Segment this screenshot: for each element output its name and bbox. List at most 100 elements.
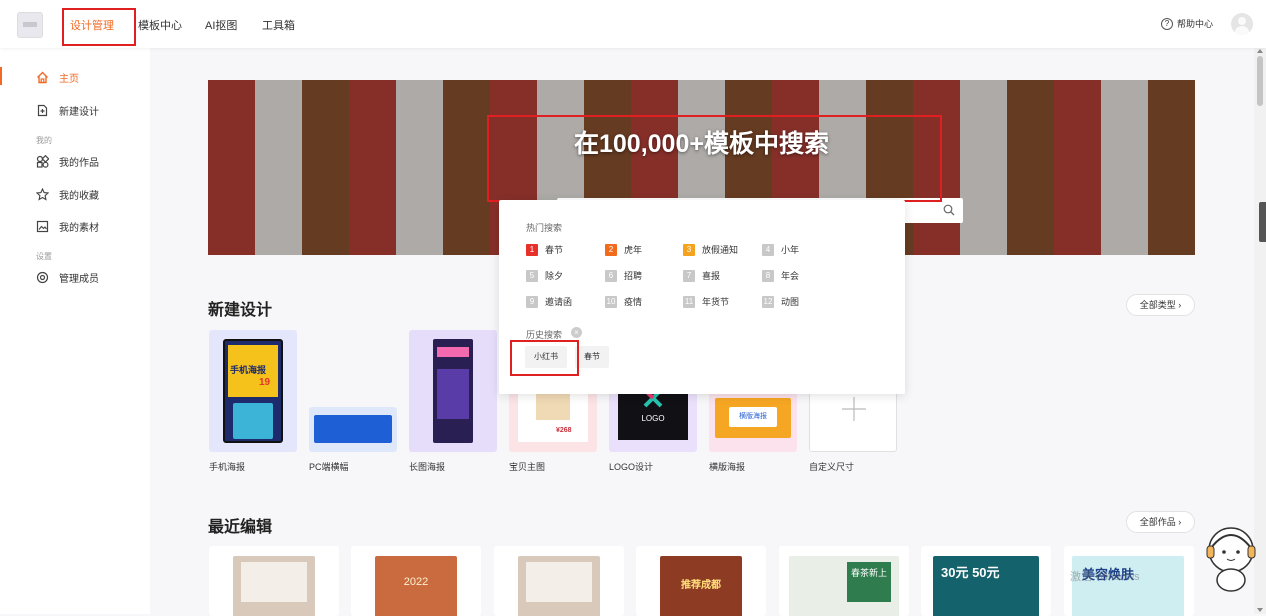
plus-icon (842, 397, 866, 421)
scroll-up-arrow-icon[interactable] (1257, 49, 1263, 53)
card-label: LOGO设计 (609, 462, 654, 472)
long-poster-preview (433, 339, 473, 443)
windows-activation-watermark: 激活 Windows (1070, 571, 1140, 583)
rank-badge: 8 (762, 269, 774, 282)
recent-thumbnail: 美容焕肤 (1072, 556, 1184, 616)
thumb-text: 30元 50元 (941, 565, 1000, 580)
rank-badge: 9 (526, 295, 538, 308)
thumb-panel (526, 562, 592, 602)
nav-template-center[interactable]: 模板中心 (138, 17, 182, 33)
hot-search-item[interactable]: 8 年会 (762, 269, 799, 282)
hot-search-label: 疫情 (624, 297, 643, 307)
home-icon (37, 71, 48, 84)
recent-work-item[interactable] (209, 546, 339, 616)
pc-banner-preview (314, 415, 392, 443)
nav-ai-cutout[interactable]: AI抠图 (205, 17, 237, 33)
hot-search-label: 放假通知 (702, 245, 739, 255)
sidebar-item-new-design[interactable]: 新建设计 (36, 103, 99, 118)
recent-work-item[interactable]: 2022 (351, 546, 481, 616)
recent-work-item[interactable]: 春茶新上 (779, 546, 909, 616)
thumb-text: 2022 (403, 576, 429, 588)
poster-date-text: 19 (259, 377, 271, 388)
sidebar-item-manage-members[interactable]: 管理成员 (36, 270, 99, 285)
poster-header (437, 347, 469, 357)
rank-badge: 5 (526, 269, 538, 282)
custom-size-box (809, 388, 897, 452)
hot-search-item[interactable]: 6 招聘 (605, 269, 642, 282)
history-chip[interactable]: 春节 (575, 346, 609, 368)
sidebar-item-label: 我的素材 (59, 223, 99, 234)
rank-badge: 10 (605, 295, 617, 308)
hot-search-item[interactable]: 3 放假通知 (683, 243, 738, 256)
star-icon (36, 188, 49, 201)
design-card-long-poster[interactable]: 长图海报 (409, 330, 497, 473)
thumb-bg (309, 407, 397, 452)
app-logo[interactable] (17, 12, 43, 38)
card-thumbnail (409, 330, 497, 452)
member-settings-icon (36, 271, 49, 284)
recent-work-item[interactable]: 30元 50元 (921, 546, 1051, 616)
recent-thumbnail: 春茶新上 (789, 556, 899, 616)
scroll-down-arrow-icon[interactable] (1257, 608, 1263, 612)
poster-title-text: 手机海报 (230, 365, 267, 375)
hot-search-item[interactable]: 10 疫情 (605, 295, 642, 308)
poster-graphic (233, 403, 273, 439)
hot-search-label: 小年 (781, 245, 800, 255)
sidebar-item-label: 新建设计 (59, 107, 99, 118)
design-card-phone-poster[interactable]: 手机海报 19 手机海报 (209, 330, 297, 473)
phone-poster-preview: 手机海报 19 (223, 339, 283, 443)
highlight-box-nav (62, 8, 136, 46)
user-avatar[interactable] (1231, 13, 1253, 35)
recent-thumbnail (233, 556, 315, 616)
sidebar-group-settings: 设置 (36, 252, 52, 261)
side-feedback-tab[interactable] (1259, 202, 1266, 242)
help-center-link[interactable]: ? 帮助中心 (1161, 17, 1213, 30)
rank-badge: 12 (762, 295, 774, 308)
recent-edits-title: 最近编辑 (208, 519, 273, 536)
sidebar-item-my-favorites[interactable]: 我的收藏 (36, 187, 99, 202)
sidebar-item-my-assets[interactable]: 我的素材 (36, 219, 99, 234)
hot-search-item[interactable]: 4 小年 (762, 243, 799, 256)
highlight-box-search (487, 115, 942, 202)
hot-search-item[interactable]: 11 年货节 (683, 295, 729, 308)
hot-search-label: 虎年 (624, 245, 643, 255)
search-icon[interactable] (943, 204, 955, 216)
new-file-icon (37, 104, 48, 117)
hot-search-label: 年会 (781, 271, 800, 281)
scrollbar-thumb[interactable] (1257, 56, 1263, 106)
hot-search-item[interactable]: 2 虎年 (605, 243, 642, 256)
hot-search-item[interactable]: 12 动图 (762, 295, 799, 308)
hot-search-label: 喜报 (702, 271, 721, 281)
highlight-box-history (510, 340, 579, 376)
nav-toolbox[interactable]: 工具箱 (262, 17, 295, 33)
top-navigation-bar: 设计管理 模板中心 AI抠图 工具箱 ? 帮助中心 (0, 0, 1266, 48)
sidebar-item-label: 管理成员 (59, 274, 99, 285)
hot-search-item[interactable]: 7 喜报 (683, 269, 720, 282)
horizontal-poster-preview: 横版海报 (715, 398, 791, 438)
hot-search-label: 动图 (781, 297, 800, 307)
hot-search-item[interactable]: 1 春节 (526, 243, 563, 256)
recent-work-item[interactable]: 推荐成都 (636, 546, 766, 616)
question-circle-icon: ? (1161, 17, 1173, 30)
clear-history-icon[interactable]: × (571, 327, 582, 338)
all-types-button[interactable]: 全部类型 › (1126, 294, 1195, 316)
recent-work-item[interactable] (494, 546, 624, 616)
sidebar-item-my-works[interactable]: 我的作品 (36, 154, 99, 169)
card-label: PC端横幅 (309, 462, 349, 472)
card-label: 长图海报 (409, 462, 446, 472)
rank-badge: 1 (526, 243, 538, 256)
thumb-text: 春茶新上 (847, 562, 891, 602)
design-card-pc-banner[interactable]: PC端横幅 (309, 330, 397, 473)
hot-search-label: 春节 (545, 245, 564, 255)
sidebar-item-home[interactable]: 主页 (36, 70, 79, 85)
mascot-sticker (1206, 527, 1256, 592)
rank-badge: 11 (683, 295, 695, 308)
sidebar-item-label: 我的作品 (59, 158, 99, 169)
logo-text: LOGO (641, 414, 665, 423)
hot-search-item[interactable]: 9 邀请函 (526, 295, 572, 308)
all-works-button[interactable]: 全部作品 › (1126, 511, 1195, 533)
hot-search-item[interactable]: 5 除夕 (526, 269, 563, 282)
card-thumbnail: 手机海报 19 (209, 330, 297, 452)
card-label: 自定义尺寸 (809, 462, 855, 472)
card-label: 宝贝主图 (509, 462, 546, 472)
